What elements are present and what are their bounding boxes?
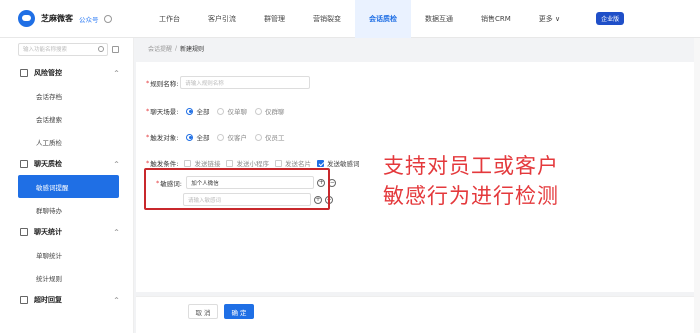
sidebar-item-manual-check[interactable]: 人工质检 (0, 130, 133, 153)
refresh-icon[interactable] (103, 14, 112, 23)
radio-label: 仅员工 (264, 134, 285, 142)
nav-data-sync[interactable]: 数据互通 (411, 0, 467, 38)
radio-target-all[interactable] (186, 133, 194, 141)
brand-area: 芝麻微客 公众号 (0, 10, 135, 27)
radio-target-customer[interactable] (217, 133, 225, 141)
chevron-up-icon: ^ (113, 69, 119, 77)
sidebar: 输入功能名称搜索 风险管控 ^ 会话存档 会话搜索 人工质检 聊天质检 ^ 敏感… (0, 38, 134, 333)
calendar-icon[interactable] (112, 45, 119, 53)
scene-label: 聊天场景: (150, 108, 179, 116)
radio-scene-all[interactable] (186, 107, 194, 115)
required-mark: * (146, 133, 150, 141)
group-label: 聊天统计 (34, 228, 62, 236)
nav-marketing[interactable]: 营销裂变 (299, 0, 355, 38)
breadcrumb-parent[interactable]: 会话提醒 (148, 44, 172, 53)
stats-icon (20, 228, 28, 236)
main-nav: 工作台 客户引流 群管理 营销裂变 会话质检 数据互通 销售CRM 更多 ∨ (145, 0, 574, 38)
target-row: * 触发对象: 全部 仅客户 仅员工 (146, 132, 284, 142)
rule-name-label: 规则名称: (150, 79, 179, 88)
sidebar-search-input[interactable]: 输入功能名称搜索 (18, 42, 108, 56)
radio-label: 全部 (196, 108, 210, 116)
radio-target-staff[interactable] (254, 133, 262, 141)
required-mark: * (146, 107, 150, 115)
highlight-box (144, 168, 330, 210)
sidebar-item-sensitive-word[interactable]: 敏感词提醒 (18, 175, 119, 198)
sidebar-search-placeholder: 输入功能名称搜索 (23, 47, 68, 53)
chevron-up-icon: ^ (113, 296, 119, 304)
risk-icon (20, 69, 28, 77)
required-mark: * (146, 78, 150, 87)
nav-group-management[interactable]: 群管理 (250, 0, 299, 38)
sidebar-item-group-todo[interactable]: 群聊待办 (0, 198, 133, 221)
logo-icon (18, 10, 35, 27)
sidebar-item-single-chat-stats[interactable]: 单聊统计 (0, 243, 133, 266)
check-link[interactable] (184, 159, 192, 167)
radio-label: 全部 (196, 134, 210, 142)
sidebar-group-chat-stats[interactable]: 聊天统计 ^ (0, 221, 133, 243)
sidebar-item-session-search[interactable]: 会话搜索 (0, 107, 133, 130)
group-label: 风险管控 (34, 69, 62, 77)
nav-sales-crm[interactable]: 销售CRM (467, 0, 525, 38)
radio-label: 仅单聊 (227, 108, 247, 116)
sidebar-group-timeout-reply[interactable]: 超时回复 ^ (0, 289, 133, 311)
callout-line-1: 支持对员工或客户 (383, 154, 559, 178)
callout-line-2: 敏感行为进行检测 (383, 184, 559, 208)
radio-label: 仅客户 (227, 134, 247, 142)
breadcrumb: 会话提醒 / 新建规则 (136, 38, 694, 58)
check-miniprogram[interactable] (226, 159, 234, 167)
form-footer: 取 消 确 定 (136, 296, 694, 333)
rule-name-input[interactable]: 请输入规则名称 (180, 76, 311, 89)
chevron-up-icon: ^ (113, 160, 119, 168)
condition-row: * 触发条件: 发送链接 发送小程序 发送名片 发送敏感词 (146, 158, 359, 168)
confirm-button[interactable]: 确 定 (224, 304, 254, 319)
rule-name-placeholder: 请输入规则名称 (185, 80, 224, 87)
group-label: 聊天质检 (34, 160, 62, 168)
nav-customer-acquisition[interactable]: 客户引流 (194, 0, 250, 38)
breadcrumb-separator: / (175, 44, 178, 52)
sidebar-group-risk[interactable]: 风险管控 ^ (0, 62, 133, 84)
official-account-link[interactable]: 公众号 (79, 14, 99, 24)
sidebar-search: 输入功能名称搜索 (18, 42, 119, 56)
check-card[interactable] (274, 159, 282, 167)
enterprise-badge-label: 企业版 (601, 16, 620, 23)
enterprise-badge[interactable]: 企业版 (596, 12, 625, 25)
sidebar-item-session-archive[interactable]: 会话存档 (0, 84, 133, 107)
radio-scene-group[interactable] (254, 107, 262, 115)
timeout-icon (20, 296, 28, 304)
checkbox-label: 发送小程序 (236, 160, 269, 168)
scrollbar[interactable] (694, 38, 700, 333)
checkbox-label: 发送链接 (194, 160, 221, 168)
chevron-up-icon: ^ (113, 228, 119, 236)
required-mark: * (146, 159, 150, 167)
nav-more[interactable]: 更多 ∨ (525, 0, 574, 38)
nav-workbench[interactable]: 工作台 (145, 0, 194, 38)
brand-name: 芝麻微客 (41, 14, 73, 23)
radio-scene-single[interactable] (217, 107, 225, 115)
top-bar: 芝麻微客 公众号 工作台 客户引流 群管理 营销裂变 会话质检 数据互通 销售C… (0, 0, 700, 38)
check-sensitive-word[interactable] (316, 159, 324, 167)
breadcrumb-current: 新建规则 (180, 45, 205, 53)
scene-row: * 聊天场景: 全部 仅单聊 仅群聊 (146, 106, 284, 116)
condition-label: 触发条件: (150, 160, 179, 168)
search-icon[interactable] (98, 46, 104, 52)
target-label: 触发对象: (150, 134, 179, 142)
rule-name-row: * 规则名称: 请输入规则名称 (146, 76, 311, 89)
group-label: 超时回复 (34, 296, 62, 304)
checkbox-label: 发送敏感词 (326, 160, 360, 168)
checkbox-label: 发送名片 (284, 160, 311, 168)
chat-quality-icon (20, 160, 28, 168)
radio-label: 仅群聊 (264, 108, 285, 116)
nav-session-quality[interactable]: 会话质检 (355, 0, 411, 38)
sidebar-group-chat-quality[interactable]: 聊天质检 ^ (0, 153, 133, 175)
sidebar-item-stats-rules[interactable]: 统计规则 (0, 266, 133, 289)
cancel-button[interactable]: 取 消 (188, 304, 218, 319)
